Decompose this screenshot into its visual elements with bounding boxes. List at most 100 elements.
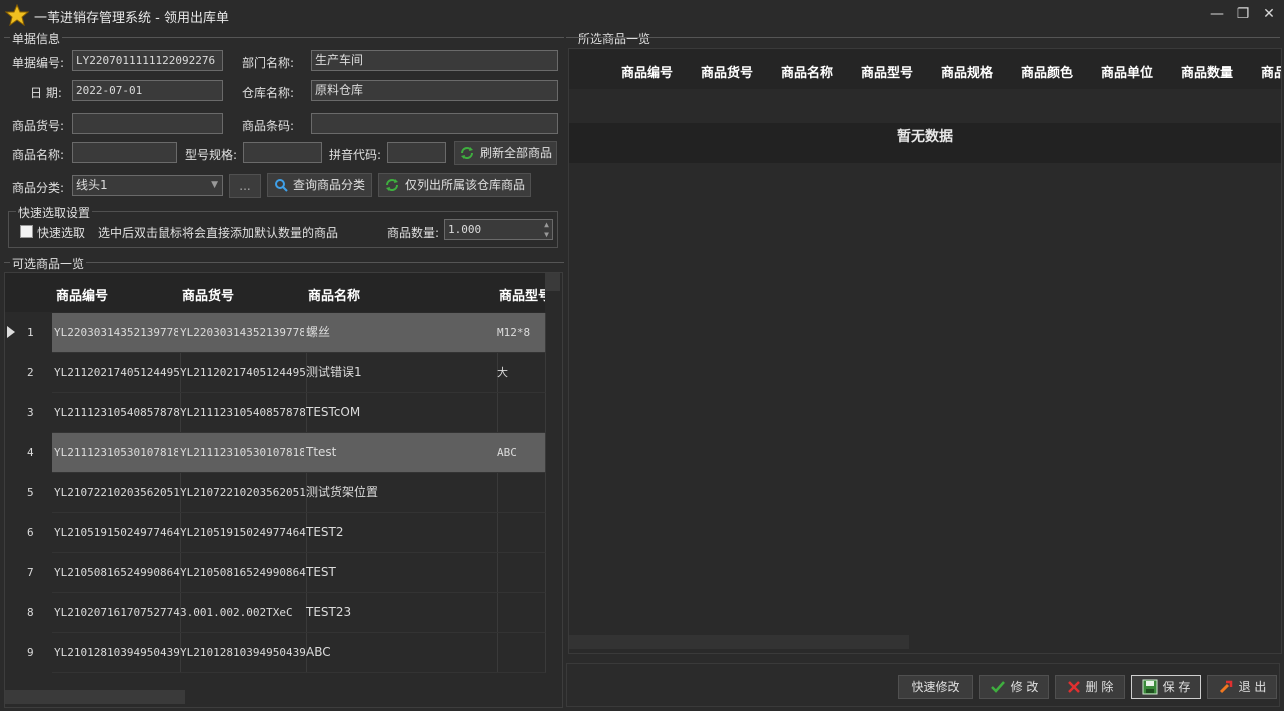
cell-name[interactable]: TESTcOM [304,393,498,433]
cell-model[interactable] [495,473,546,513]
cell-item-no[interactable]: YL220303143521397786 [178,313,307,353]
column-header-qty[interactable]: 商品数量 [1181,62,1233,81]
refresh-all-button[interactable]: 刷新全部商品 [454,141,557,165]
cell-model[interactable]: 大 [495,353,546,393]
cell-model[interactable] [495,633,546,673]
cell-model[interactable] [495,593,546,633]
cell-code[interactable]: YL210722102035620517 [52,473,181,513]
row-number: 9 [27,646,34,659]
horizontal-scrollbar[interactable] [5,690,185,704]
cell-item-no[interactable]: YL210519150249774641 [178,513,307,553]
table-row[interactable]: 9 YL210128103949504394 YL21012810394950439… [5,633,546,673]
table-row[interactable]: 7 YL210508165249908642 YL21050816524990864… [5,553,546,593]
cell-name[interactable]: TEST23 [304,593,498,633]
cell-model[interactable]: ABC [495,433,546,473]
table-row[interactable]: 4 YL211123105301078189 YL21112310530107818… [5,433,546,473]
qty-stepper[interactable]: 1.000 ▲ ▼ [444,219,553,240]
cell-item-no[interactable]: YL211123105408578783 [178,393,307,433]
item-no-label: 商品货号: [12,119,65,133]
cell-model[interactable] [495,393,546,433]
search-icon [274,179,288,192]
table-row[interactable]: 2 YL211202174051244955 YL21120217405124495… [5,353,546,393]
cell-code[interactable]: YL211123105408578783 [52,393,181,433]
refresh-all-label: 刷新全部商品 [479,146,552,160]
column-header-unit[interactable]: 商品单位 [1101,62,1153,81]
cell-name[interactable]: 测试错误1 [304,353,498,393]
cell-item-no[interactable]: YL211202174051244955 [178,353,307,393]
cell-name[interactable]: Ttest [304,433,498,473]
table-row[interactable]: 8 YL210207161707527744 3.001.002.002TXeC TE… [5,593,546,633]
column-header-item-no[interactable]: 商品货号 [182,285,234,304]
dept-field[interactable]: 生产车间 [311,50,558,71]
cell-name[interactable]: 测试货架位置 [304,473,498,513]
query-category-label: 查询商品分类 [292,178,365,192]
spec-label: 型号规格: [185,148,238,162]
exit-button[interactable]: 退 出 [1207,675,1277,699]
table-row[interactable]: 5 YL210722102035620517 YL21072210203562051… [5,473,546,513]
edit-button[interactable]: 修 改 [979,675,1049,699]
cell-item-no[interactable]: 3.001.002.002TXeC [178,593,307,633]
column-header-spec[interactable]: 商品规格 [941,62,993,81]
restore-button[interactable]: ❐ [1232,4,1254,24]
column-header-item-no[interactable]: 商品货号 [701,62,753,81]
column-header-name[interactable]: 商品名称 [781,62,833,81]
row-number: 6 [27,526,34,539]
cell-code[interactable]: YL210207161707527744 [52,593,181,633]
save-button[interactable]: 保 存 [1131,675,1201,699]
date-field[interactable]: 2022-07-01 [72,80,223,101]
column-header-more[interactable]: 商品 [1261,62,1281,81]
chevron-down-icon[interactable]: ▼ [544,225,549,239]
category-select[interactable]: 线头1 ▼ [72,175,223,196]
column-header-code[interactable]: 商品编号 [621,62,673,81]
quick-edit-button[interactable]: 快速修改 [898,675,973,699]
pinyin-input[interactable] [387,142,446,163]
column-header-code[interactable]: 商品编号 [56,285,108,304]
cell-name[interactable]: TEST [304,553,498,593]
cell-code[interactable]: YL210508165249908642 [52,553,181,593]
cell-item-no[interactable]: YL211123105301078189 [178,433,307,473]
warehouse-field[interactable]: 原料仓库 [311,80,558,101]
cell-name[interactable]: TEST2 [304,513,498,553]
title-bar: 一苇进销存管理系统 - 领用出库单 — ❐ ✕ [0,0,1284,30]
list-warehouse-only-button[interactable]: 仅列出所属该仓库商品 [378,173,531,197]
cell-code[interactable]: YL210128103949504394 [52,633,181,673]
barcode-input[interactable] [311,113,558,134]
dept-label: 部门名称: [242,56,295,70]
cell-code[interactable]: YL210519150249774641 [52,513,181,553]
horizontal-scrollbar[interactable] [569,635,909,649]
query-category-button[interactable]: 查询商品分类 [267,173,372,197]
cell-model[interactable]: M12*8 [495,313,546,353]
name-input[interactable] [72,142,177,163]
selected-grid-header: 商品编号 商品货号 商品名称 商品型号 商品规格 商品颜色 商品单位 商品数量 … [569,49,1281,89]
cell-code[interactable]: YL220303143521397786 [52,313,181,353]
column-header-model[interactable]: 商品型号 [499,285,545,304]
table-row[interactable]: 1 YL220303143521397786 YL22030314352139778… [5,313,546,353]
quick-select-checkbox[interactable] [20,225,33,238]
column-header-model[interactable]: 商品型号 [861,62,913,81]
item-no-input[interactable] [72,113,223,134]
app-logo-icon [5,4,29,26]
cell-name[interactable]: ABC [304,633,498,673]
available-products-grid[interactable]: 商品编号 商品货号 商品名称 商品型号 1 YL22030314352139778… [4,272,563,708]
cell-item-no[interactable]: YL210508165249908642 [178,553,307,593]
table-row[interactable]: 3 YL211123105408578783 YL21112310540857878… [5,393,546,433]
column-header-color[interactable]: 商品颜色 [1021,62,1073,81]
cell-model[interactable] [495,513,546,553]
cell-item-no[interactable]: YL210128103949504394 [178,633,307,673]
minimize-button[interactable]: — [1206,4,1228,24]
category-picker-button[interactable]: ... [229,174,261,198]
cell-item-no[interactable]: YL210722102035620517 [178,473,307,513]
doc-no-field[interactable]: LY2207011111122092276 [72,50,223,71]
cell-code[interactable]: YL211123105301078189 [52,433,181,473]
delete-button[interactable]: 删 除 [1055,675,1125,699]
spec-input[interactable] [243,142,322,163]
selected-products-grid[interactable]: 商品编号 商品货号 商品名称 商品型号 商品规格 商品颜色 商品单位 商品数量 … [568,48,1282,654]
cell-name[interactable]: 螺丝 [304,313,498,353]
cell-model[interactable] [495,553,546,593]
table-row[interactable]: 6 YL210519150249774641 YL21051915024977464… [5,513,546,553]
cell-code[interactable]: YL211202174051244955 [52,353,181,393]
vertical-scrollbar[interactable] [545,273,560,291]
row-number: 7 [27,566,34,579]
column-header-name[interactable]: 商品名称 [308,285,360,304]
close-button[interactable]: ✕ [1258,4,1280,24]
